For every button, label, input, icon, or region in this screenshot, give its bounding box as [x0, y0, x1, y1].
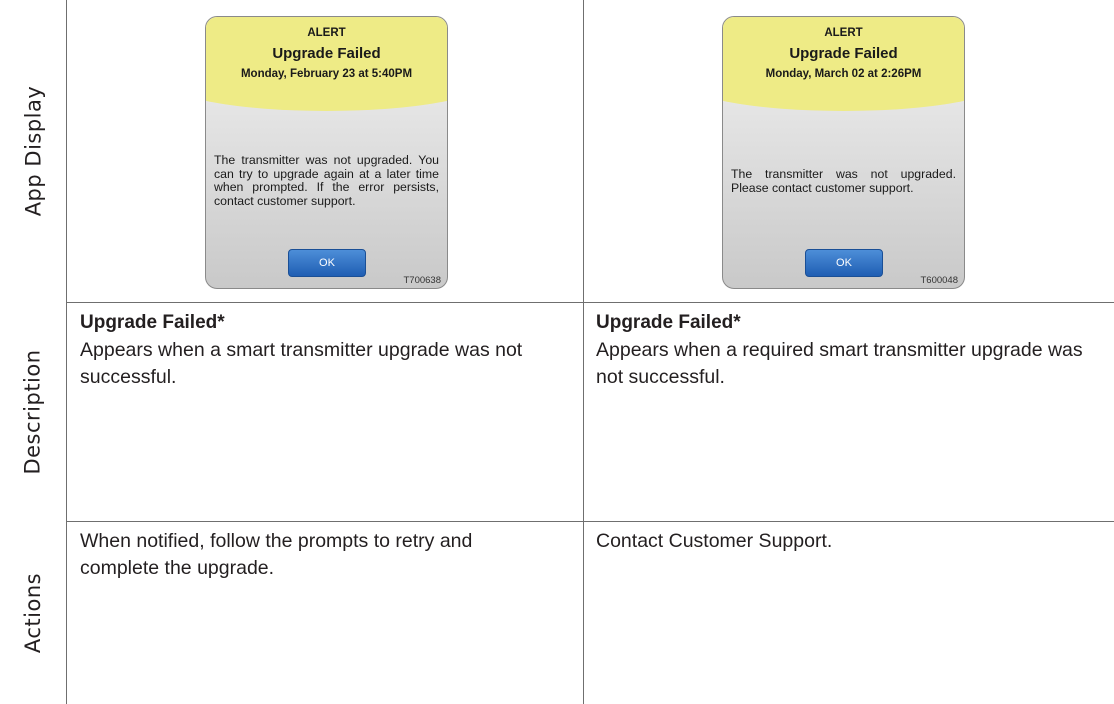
row-label-text: App Display — [21, 85, 46, 217]
column-divider — [583, 0, 584, 704]
alert-message: The transmitter was not upgraded. Please… — [731, 167, 956, 195]
actions-cell-left: When notified, follow the prompts to ret… — [80, 528, 550, 582]
alert-label: ALERT — [307, 27, 346, 39]
screen-code: T600048 — [920, 275, 958, 286]
alert-date: Monday, February 23 at 5:40PM — [240, 68, 413, 80]
row-label-text: Actions — [21, 572, 45, 654]
alert-title: Upgrade Failed — [272, 45, 381, 62]
actions-cell-right: Contact Customer Support. — [596, 528, 1096, 555]
actions-text: When notified, follow the prompts to ret… — [80, 530, 473, 579]
row-label-app-display: App Display — [0, 0, 66, 302]
description-body: Appears when a required smart transmitte… — [596, 339, 1083, 388]
screen-code: T700638 — [403, 275, 441, 286]
app-screen-left: ALERT Upgrade Failed Monday, February 23… — [205, 16, 448, 289]
app-screen-right: ALERT Upgrade Failed Monday, March 02 at… — [722, 16, 965, 289]
description-title: Upgrade Failed* — [596, 312, 741, 333]
description-body: Appears when a smart transmitter upgrade… — [80, 339, 523, 388]
ok-button[interactable]: OK — [288, 249, 366, 277]
actions-text: Contact Customer Support. — [596, 530, 833, 552]
row-label-text: Description — [21, 349, 46, 475]
alert-title: Upgrade Failed — [789, 45, 898, 62]
alert-table: App Display Description Actions ALERT Up… — [0, 0, 1114, 704]
alert-date: Monday, March 02 at 2:26PM — [765, 68, 922, 80]
row-label-description: Description — [0, 303, 66, 521]
row-label-actions: Actions — [0, 522, 66, 704]
alert-label: ALERT — [824, 27, 863, 39]
description-title: Upgrade Failed* — [80, 312, 225, 333]
ok-button[interactable]: OK — [805, 249, 883, 277]
row-divider-1 — [66, 302, 1114, 303]
description-cell-right: Upgrade Failed* Appears when a required … — [596, 311, 1096, 391]
alert-message: The transmitter was not upgraded. You ca… — [214, 153, 439, 208]
description-cell-left: Upgrade Failed* Appears when a smart tra… — [80, 311, 572, 391]
row-divider-2 — [66, 521, 1114, 522]
table-border-left — [66, 0, 67, 704]
